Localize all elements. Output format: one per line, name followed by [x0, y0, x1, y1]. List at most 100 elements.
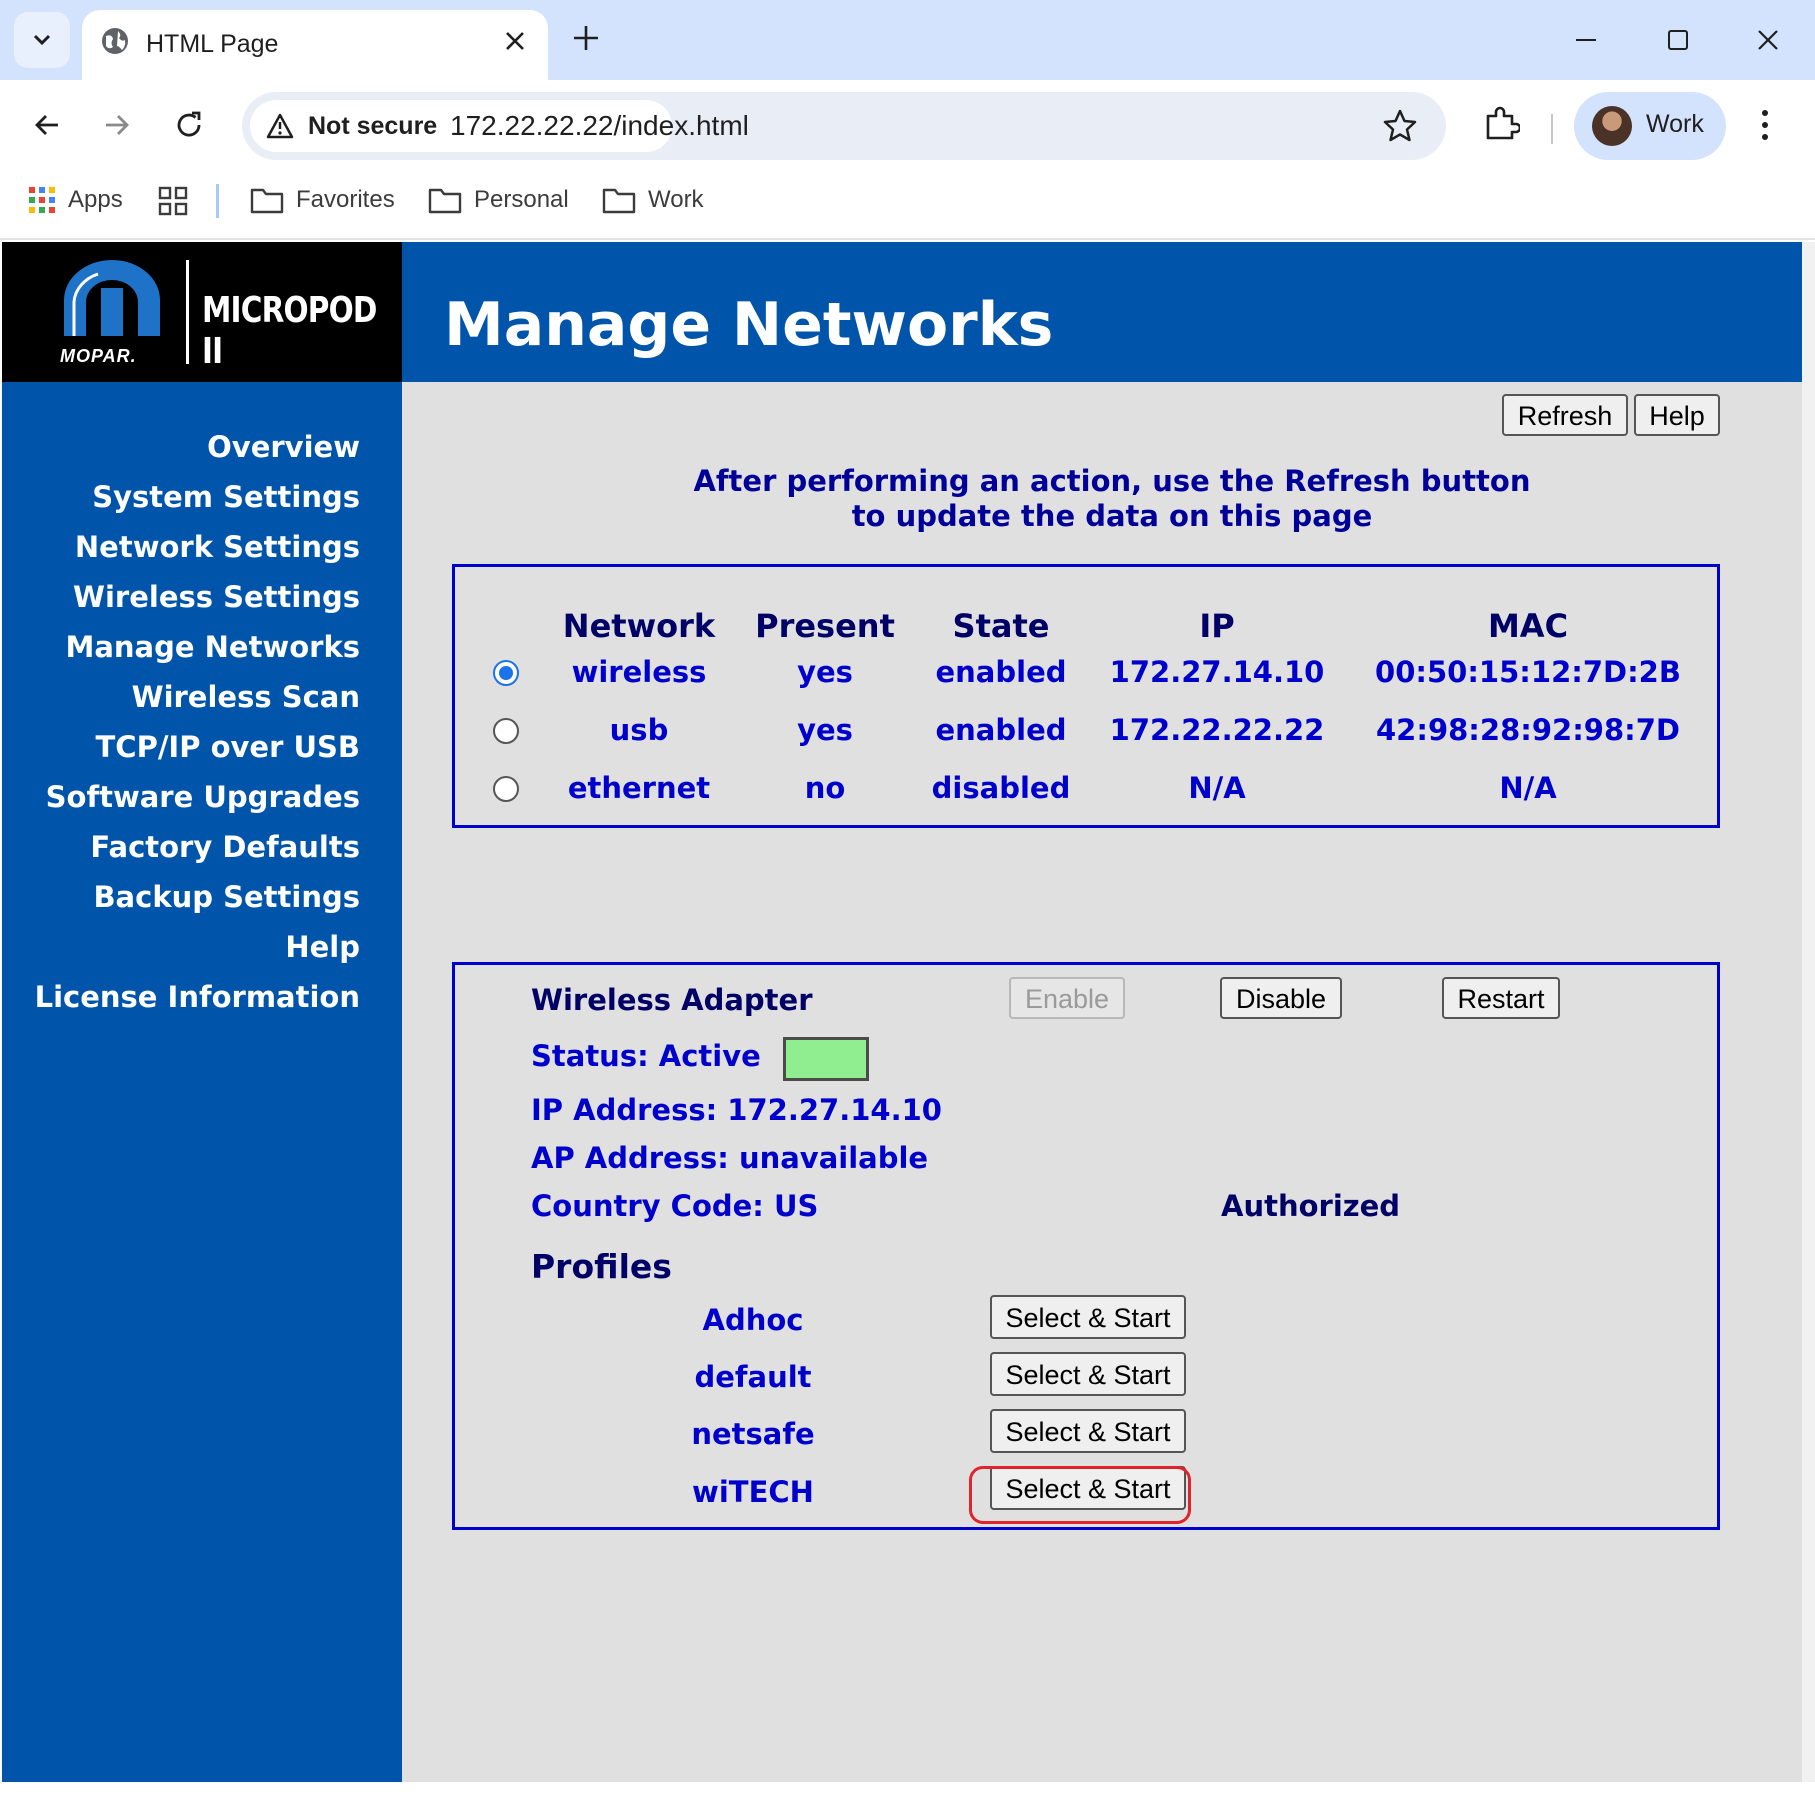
- browser-tab[interactable]: HTML Page: [82, 10, 548, 82]
- column-header-state: State: [952, 607, 1050, 645]
- profile-name: default: [694, 1360, 812, 1394]
- network-mac: N/A: [1499, 771, 1557, 805]
- sidebar-item-system-settings[interactable]: System Settings: [92, 480, 360, 514]
- page-header: Manage Networks: [402, 242, 1802, 382]
- sidebar-item-factory-defaults[interactable]: Factory Defaults: [90, 830, 360, 864]
- logo: MOPAR. MICROPOD II: [2, 242, 402, 382]
- sidebar-item-wireless-settings[interactable]: Wireless Settings: [73, 580, 360, 614]
- select-start-button[interactable]: Select & Start: [990, 1352, 1186, 1396]
- extensions-icon[interactable]: [1482, 104, 1520, 142]
- help-button[interactable]: Help: [1634, 394, 1720, 436]
- warning-icon: [266, 113, 294, 139]
- network-state: disabled: [931, 771, 1071, 805]
- status-indicator: [783, 1037, 869, 1081]
- browser-tab-strip: HTML Page: [0, 0, 1815, 82]
- more-menu-icon[interactable]: [1758, 108, 1772, 142]
- network-present: yes: [797, 655, 853, 689]
- back-icon[interactable]: [30, 108, 64, 142]
- globe-icon: [102, 28, 128, 54]
- network-name: ethernet: [567, 771, 711, 805]
- bookmarks-bar: Apps Favorites Personal Work: [0, 166, 1815, 240]
- scrollbar[interactable]: [1802, 242, 1815, 1782]
- network-radio-usb[interactable]: [493, 718, 519, 744]
- tab-groups-icon[interactable]: [158, 186, 188, 216]
- logo-company: MOPAR.: [60, 346, 137, 366]
- security-label: Not secure: [308, 112, 438, 140]
- tab-search-button[interactable]: [14, 12, 70, 68]
- toolbar-divider: [1551, 114, 1553, 144]
- refresh-notice: After performing an action, use the Refr…: [562, 464, 1662, 534]
- url-text[interactable]: 172.22.22.22/index.html: [450, 110, 749, 142]
- profile-name: netsafe: [691, 1417, 815, 1451]
- sidebar-item-network-settings[interactable]: Network Settings: [75, 530, 360, 564]
- close-window-icon[interactable]: [1752, 24, 1784, 56]
- adapter-country-code: Country Code: US: [531, 1189, 819, 1223]
- highlight-annotation: [969, 1466, 1191, 1524]
- column-header-ip: IP: [1199, 607, 1235, 645]
- address-bar[interactable]: Not secure 172.22.22.22/index.html: [242, 92, 1446, 160]
- disable-button[interactable]: Disable: [1220, 977, 1342, 1019]
- refresh-button[interactable]: Refresh: [1502, 394, 1628, 436]
- tab-title: HTML Page: [146, 30, 279, 58]
- profile-button[interactable]: Work: [1574, 92, 1726, 160]
- sidebar-item-backup-settings[interactable]: Backup Settings: [93, 880, 360, 914]
- profiles-heading: Profiles: [531, 1247, 672, 1286]
- sidebar-item-overview[interactable]: Overview: [207, 430, 360, 464]
- forward-icon[interactable]: [100, 108, 134, 142]
- restart-button[interactable]: Restart: [1442, 977, 1560, 1019]
- network-present: no: [804, 771, 846, 805]
- bookmark-favorites[interactable]: Favorites: [250, 186, 395, 214]
- network-ip: N/A: [1188, 771, 1246, 805]
- sidebar-item-wireless-scan[interactable]: Wireless Scan: [132, 680, 360, 714]
- bookmark-label: Work: [648, 186, 704, 213]
- chevron-down-icon: [33, 34, 51, 46]
- logo-divider: [186, 260, 189, 364]
- maximize-icon[interactable]: [1662, 24, 1694, 56]
- folder-icon: [250, 188, 284, 214]
- bookmark-work[interactable]: Work: [602, 186, 704, 214]
- sidebar-item-manage-networks[interactable]: Manage Networks: [65, 630, 360, 664]
- column-header-mac: MAC: [1487, 607, 1569, 645]
- profile-name: wiTECH: [692, 1475, 814, 1509]
- folder-icon: [602, 188, 636, 214]
- network-radio-ethernet[interactable]: [493, 776, 519, 802]
- profile-name: Adhoc: [702, 1303, 804, 1337]
- web-page: MOPAR. MICROPOD II Manage Networks Overv…: [2, 242, 1802, 1782]
- sidebar-item-tcpip-over-usb[interactable]: TCP/IP over USB: [96, 730, 360, 764]
- mopar-m-logo-icon: [64, 260, 160, 336]
- bookmark-label: Favorites: [296, 186, 395, 213]
- bookmark-label: Personal: [474, 186, 569, 213]
- select-start-button[interactable]: Select & Start: [990, 1295, 1186, 1339]
- network-ip: 172.27.14.10: [1109, 655, 1325, 689]
- select-start-button[interactable]: Select & Start: [990, 1409, 1186, 1453]
- network-state: enabled: [935, 713, 1067, 747]
- network-present: yes: [797, 713, 853, 747]
- network-radio-wireless[interactable]: [493, 660, 519, 686]
- network-name: wireless: [571, 655, 707, 689]
- enable-button[interactable]: Enable: [1009, 977, 1125, 1019]
- bookmark-label: Apps: [68, 186, 123, 213]
- network-ip: 172.22.22.22: [1109, 713, 1325, 747]
- bookmark-star-icon[interactable]: [1382, 108, 1418, 144]
- column-header-present: Present: [755, 607, 895, 645]
- sidebar-item-help[interactable]: Help: [285, 930, 360, 964]
- authorization-status: Authorized: [1221, 1189, 1401, 1223]
- column-header-network: Network: [562, 607, 716, 645]
- notice-line-1: After performing an action, use the Refr…: [693, 464, 1531, 498]
- network-mac: 00:50:15:12:7D:2B: [1375, 655, 1681, 689]
- page-title: Manage Networks: [444, 290, 1054, 360]
- sidebar-item-license-information[interactable]: License Information: [35, 980, 360, 1014]
- networks-table: Network Present State IP MAC wireless ye…: [452, 564, 1720, 828]
- network-state: enabled: [935, 655, 1067, 689]
- minimize-icon[interactable]: [1570, 24, 1602, 56]
- new-tab-icon[interactable]: [570, 22, 602, 54]
- sidebar-item-software-upgrades[interactable]: Software Upgrades: [46, 780, 360, 814]
- bookmark-personal[interactable]: Personal: [428, 186, 569, 214]
- network-mac: 42:98:28:92:98:7D: [1375, 713, 1681, 747]
- avatar: [1592, 106, 1632, 146]
- close-tab-icon[interactable]: [502, 28, 528, 54]
- wireless-adapter-panel: Wireless Adapter Enable Disable Restart …: [452, 962, 1720, 1530]
- reload-icon[interactable]: [172, 108, 206, 142]
- bookmark-apps[interactable]: Apps: [28, 186, 123, 214]
- notice-line-2: to update the data on this page: [851, 499, 1373, 533]
